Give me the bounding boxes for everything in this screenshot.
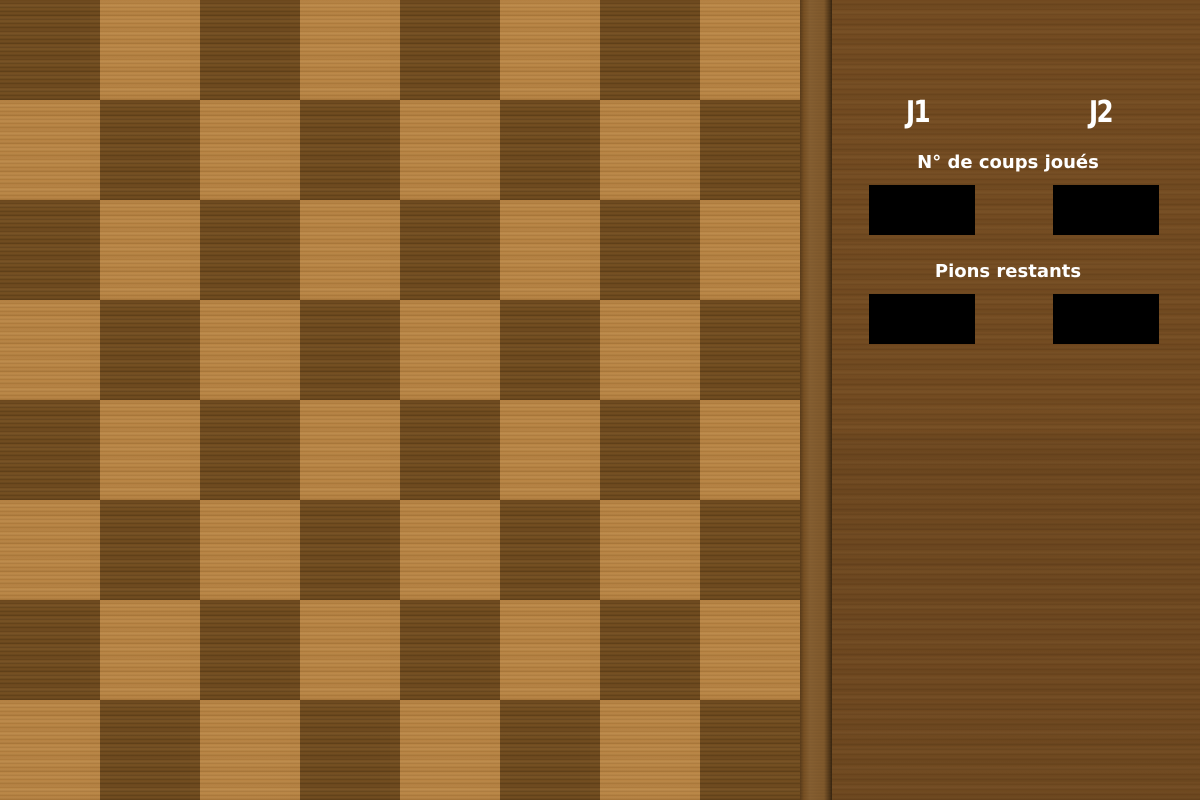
board-square-e6[interactable]: [400, 200, 500, 300]
board-square-g2[interactable]: [600, 600, 700, 700]
board-square-b2[interactable]: [100, 600, 200, 700]
board-square-b5[interactable]: [100, 300, 200, 400]
board-divider: [800, 0, 832, 800]
board-square-g6[interactable]: [600, 200, 700, 300]
board-square-d4[interactable]: [300, 400, 400, 500]
board-square-d1[interactable]: [300, 700, 400, 800]
player-1-label: J1: [906, 95, 931, 130]
board-square-a4[interactable]: [0, 400, 100, 500]
player-2-remaining-pawns: [1053, 294, 1159, 344]
board-square-d7[interactable]: [300, 100, 400, 200]
game-screen: J1 J2 N° de coups joués Pions restants: [0, 0, 1200, 800]
board-square-g5[interactable]: [600, 300, 700, 400]
board-square-a5[interactable]: [0, 300, 100, 400]
board-square-a8[interactable]: [0, 0, 100, 100]
board-square-c8[interactable]: [200, 0, 300, 100]
board-square-h7[interactable]: [700, 100, 800, 200]
board-square-f1[interactable]: [500, 700, 600, 800]
board-square-f6[interactable]: [500, 200, 600, 300]
board-square-c3[interactable]: [200, 500, 300, 600]
player-1-remaining-pawns: [869, 294, 975, 344]
player-2-moves-count: [1053, 185, 1159, 235]
player-2-label: J2: [1089, 95, 1114, 130]
board-square-d5[interactable]: [300, 300, 400, 400]
board-square-a1[interactable]: [0, 700, 100, 800]
board-square-c6[interactable]: [200, 200, 300, 300]
board-square-b8[interactable]: [100, 0, 200, 100]
board-square-b7[interactable]: [100, 100, 200, 200]
board-square-f3[interactable]: [500, 500, 600, 600]
board-square-g3[interactable]: [600, 500, 700, 600]
board-square-c1[interactable]: [200, 700, 300, 800]
board-square-e2[interactable]: [400, 600, 500, 700]
board-square-b1[interactable]: [100, 700, 200, 800]
score-panel: J1 J2 N° de coups joués Pions restants: [832, 0, 1200, 800]
board-square-c5[interactable]: [200, 300, 300, 400]
board-square-e3[interactable]: [400, 500, 500, 600]
board-square-d6[interactable]: [300, 200, 400, 300]
player-1-moves-count: [869, 185, 975, 235]
board-square-a3[interactable]: [0, 500, 100, 600]
board-square-e7[interactable]: [400, 100, 500, 200]
board-square-h6[interactable]: [700, 200, 800, 300]
board-square-e8[interactable]: [400, 0, 500, 100]
board-square-c2[interactable]: [200, 600, 300, 700]
board-square-e1[interactable]: [400, 700, 500, 800]
board-square-h8[interactable]: [700, 0, 800, 100]
board-square-e5[interactable]: [400, 300, 500, 400]
board-square-f8[interactable]: [500, 0, 600, 100]
board-square-h3[interactable]: [700, 500, 800, 600]
board-square-f5[interactable]: [500, 300, 600, 400]
board-square-c4[interactable]: [200, 400, 300, 500]
board-square-e4[interactable]: [400, 400, 500, 500]
board-square-h2[interactable]: [700, 600, 800, 700]
board-square-b6[interactable]: [100, 200, 200, 300]
board-square-h5[interactable]: [700, 300, 800, 400]
board-square-c7[interactable]: [200, 100, 300, 200]
board-square-h4[interactable]: [700, 400, 800, 500]
board-square-g1[interactable]: [600, 700, 700, 800]
board-square-a6[interactable]: [0, 200, 100, 300]
board-square-h1[interactable]: [700, 700, 800, 800]
board-square-g7[interactable]: [600, 100, 700, 200]
board-square-a7[interactable]: [0, 100, 100, 200]
board-square-b3[interactable]: [100, 500, 200, 600]
board-square-f2[interactable]: [500, 600, 600, 700]
board-square-d3[interactable]: [300, 500, 400, 600]
board-square-g4[interactable]: [600, 400, 700, 500]
checkerboard[interactable]: [0, 0, 800, 800]
remaining-pawns-title: Pions restants: [934, 261, 1082, 282]
board-square-d2[interactable]: [300, 600, 400, 700]
board-square-b4[interactable]: [100, 400, 200, 500]
board-square-f7[interactable]: [500, 100, 600, 200]
board-square-g8[interactable]: [600, 0, 700, 100]
board-square-f4[interactable]: [500, 400, 600, 500]
board-square-a2[interactable]: [0, 600, 100, 700]
board-square-d8[interactable]: [300, 0, 400, 100]
moves-played-title: N° de coups joués: [917, 152, 1099, 173]
